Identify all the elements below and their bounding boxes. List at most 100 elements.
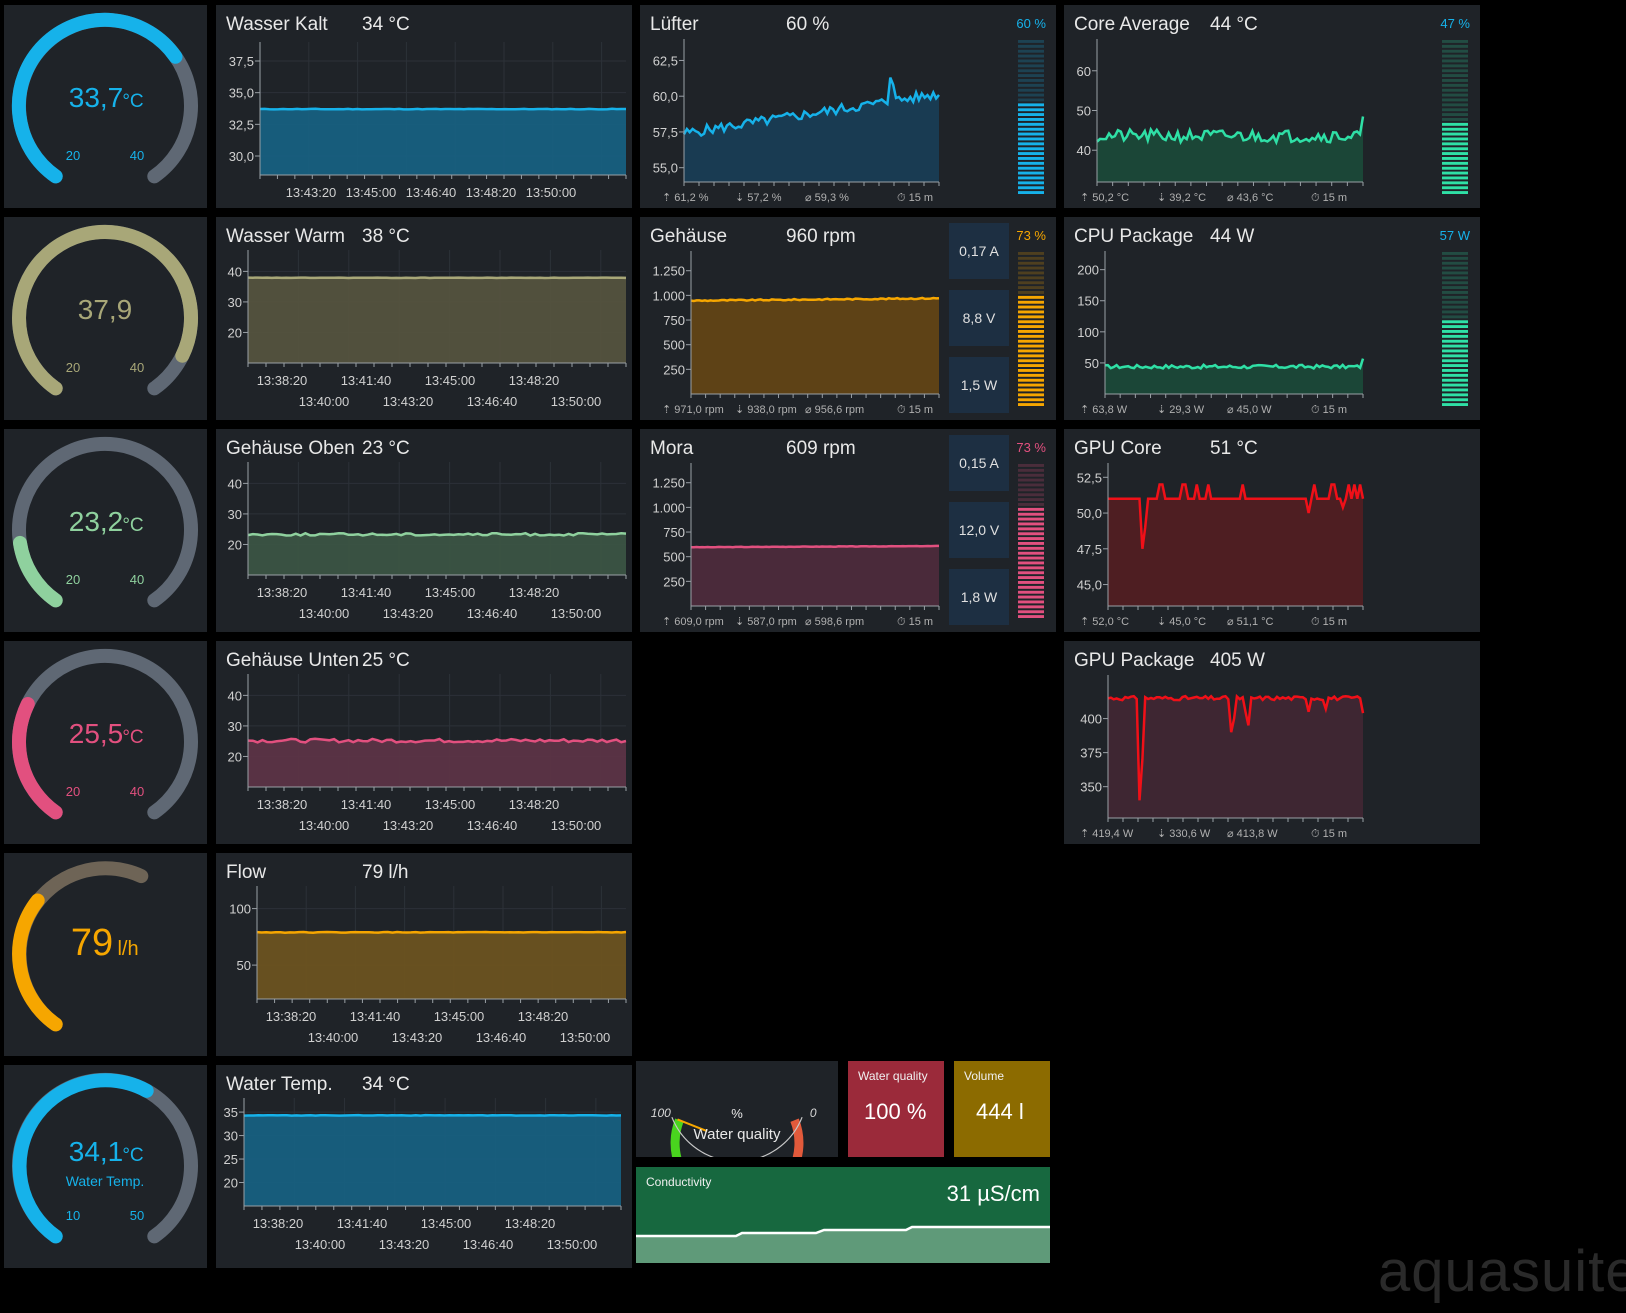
x-tick-label: 13:41:40 (341, 373, 392, 388)
level-bar-segment (1018, 79, 1044, 82)
x-tick-label: 13:43:20 (286, 185, 337, 200)
level-bar-segment (1018, 176, 1044, 180)
x-tick-label: 13:40:00 (299, 394, 350, 409)
x-tick-label: 13:40:00 (299, 818, 350, 833)
gauge-unit: °C (122, 515, 143, 536)
x-tick-label: 13:38:20 (257, 797, 308, 812)
x-tick-label: 13:43:20 (392, 1030, 443, 1045)
chart-panel-gpu-package: GPU Package 405 W 400 375 350 ⇡ 419,4 W ⇣ 33… (1064, 641, 1480, 844)
y-tick-label: 35,0 (229, 86, 254, 101)
level-bar-segment (1018, 517, 1044, 521)
y-tick-label: 500 (663, 338, 685, 353)
gauge-min-label: 10 (66, 1208, 80, 1223)
y-tick-label: 350 (1080, 780, 1102, 795)
gauge-value-arc (11, 697, 63, 820)
conductivity-sparkline (636, 1225, 1050, 1263)
level-bar-segment (1018, 59, 1044, 63)
level-bar-segment (1018, 98, 1044, 102)
stat-label: ⇣ 587,0 rpm (735, 616, 797, 628)
chart-panel-wasser-kalt: Wasser Kalt 34 °C 37,5 35,0 32,5 30,0 13:43:… (216, 5, 632, 208)
x-tick-label: 13:48:20 (509, 797, 560, 812)
chart-panel-flow: Flow 79 l/h 100 50 13:38:20 13:41:40 13:45:0… (216, 853, 632, 1056)
y-tick-label: 750 (663, 313, 685, 328)
level-bar-segment (1442, 373, 1468, 377)
level-bar-segment (1018, 300, 1044, 304)
x-tick-label: 13:43:20 (383, 606, 434, 621)
x-tick-label: 13:45:00 (425, 373, 476, 388)
level-bar-segment (1018, 605, 1044, 609)
x-tick-label: 13:41:40 (341, 797, 392, 812)
level-bar-segment (1442, 44, 1468, 48)
y-tick-label: 1.250 (652, 264, 685, 279)
level-bar-segment (1018, 585, 1044, 589)
quality-gauge-label: Water quality (694, 1126, 781, 1143)
level-bar-segment (1018, 142, 1044, 146)
level-bar-segment (1442, 40, 1468, 43)
level-bar-segment (1018, 40, 1044, 43)
x-tick-label: 13:46:40 (476, 1030, 527, 1045)
level-bar-segment (1442, 103, 1468, 107)
quality-gauge-unit: % (731, 1106, 743, 1121)
gauge: 79 l/h (12, 861, 149, 1032)
x-tick-label: 13:46:40 (467, 394, 518, 409)
x-tick-label: 13:41:40 (337, 1216, 388, 1231)
y-tick-label: 150 (1077, 294, 1099, 309)
level-bar-segment (1442, 383, 1468, 387)
y-tick-label: 400 (1080, 712, 1102, 727)
level-bar-segment (1018, 132, 1044, 136)
x-tick-label: 13:40:00 (308, 1030, 359, 1045)
series-area (248, 277, 626, 363)
y-tick-label: 30 (228, 295, 242, 310)
level-bar-segment (1018, 615, 1044, 618)
series-area (1108, 484, 1363, 606)
water-quality-gauge: 020406080100%Water quality (651, 1106, 817, 1157)
gauge-min-label: 20 (66, 572, 80, 587)
series-area (1105, 358, 1363, 394)
level-bar-segment (1018, 512, 1044, 516)
level-bar-segment (1442, 83, 1468, 87)
level-bar-segment (1018, 566, 1044, 570)
level-bar-segment (1442, 305, 1468, 309)
level-bar-segment (1018, 315, 1044, 319)
level-bar-segment (1442, 93, 1468, 97)
y-tick-label: 32,5 (229, 117, 254, 132)
level-bar-segment (1018, 152, 1044, 155)
level-bar-segment (1442, 161, 1468, 165)
level-bar-segment (1018, 74, 1044, 77)
level-bar-segment (1018, 383, 1044, 387)
stat-label: ⇣ 938,0 rpm (735, 404, 797, 416)
series-line (259, 107, 626, 111)
level-bar-segment (1442, 132, 1468, 136)
stat-label: ⌀ 51,1 °C (1227, 616, 1274, 628)
series-line (691, 544, 939, 549)
level-bar-segment (1018, 44, 1044, 48)
y-tick-label: 750 (663, 525, 685, 540)
level-bar-segment (1442, 291, 1468, 294)
y-tick-label: 30 (224, 1129, 238, 1144)
series-area (257, 932, 626, 999)
level-bar-segment (1018, 271, 1044, 275)
stat-label: ⇡ 609,0 rpm (662, 616, 724, 628)
level-bar-segment (1018, 551, 1044, 555)
level-bar-segment (1442, 147, 1468, 151)
level-bar-segment (1018, 546, 1044, 550)
level-bar-segment (1018, 571, 1044, 575)
gauge-value-arc (12, 893, 63, 1032)
chart-panel-wasser-warm: Wasser Warm 38 °C 40 30 20 13:38:20 13:41:40… (216, 217, 632, 420)
series-line (1104, 358, 1365, 370)
level-bar-segment (1442, 64, 1468, 68)
quality-gauge-tick-label: 0 (810, 1106, 817, 1120)
gauge-max-label: 40 (130, 572, 144, 587)
gauge-value-arc (13, 535, 63, 608)
x-tick-label: 13:41:40 (341, 585, 392, 600)
level-bar-segment (1442, 176, 1468, 180)
chart-panel-water-temp: Water Temp. 34 °C 35 30 25 20 13:38:20 13:41:… (216, 1065, 632, 1268)
level-bar-segment (1442, 349, 1468, 353)
stat-label: ⏱ 15 m (1311, 828, 1347, 840)
series-line (243, 1113, 622, 1117)
x-tick-label: 13:45:00 (425, 797, 476, 812)
x-tick-label: 13:48:20 (509, 585, 560, 600)
line-chart: 40 30 20 13:38:20 13:41:40 13:45:00 13:48:20 13… (228, 462, 627, 621)
x-tick-label: 13:50:00 (560, 1030, 611, 1045)
level-bar-segment (1018, 398, 1044, 402)
